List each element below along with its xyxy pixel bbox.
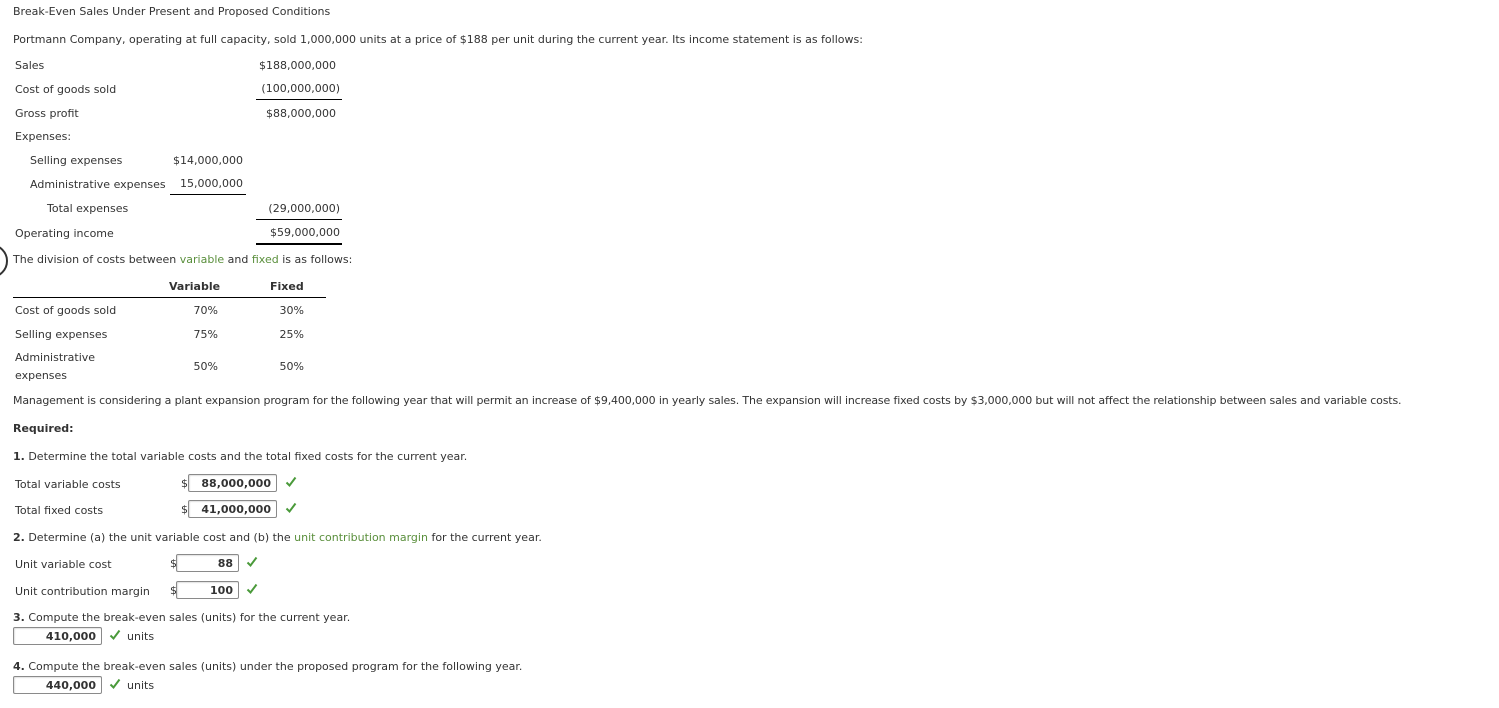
row-label-line2: expenses	[15, 369, 68, 382]
intro-text: Portmann Company, operating at full capa…	[13, 33, 863, 46]
operating-income-value: $59,000,000	[270, 226, 340, 239]
management-text: Management is considering a plant expans…	[13, 394, 1402, 407]
fixed-link[interactable]: fixed	[252, 253, 279, 266]
q2-text-post: for the current year.	[427, 531, 542, 544]
admin-label: Administrative expenses	[30, 178, 166, 191]
expenses-label: Expenses:	[15, 130, 72, 143]
unit-variable-cost-input[interactable]: 88	[176, 554, 239, 572]
currency-symbol: $	[181, 477, 188, 490]
header-variable: Variable	[169, 280, 221, 293]
gross-profit-label: Gross profit	[15, 107, 79, 120]
currency-symbol: $	[181, 503, 188, 516]
partial-circle-decoration	[0, 244, 8, 278]
variable-link[interactable]: variable	[180, 253, 224, 266]
cogs-label: Cost of goods sold	[15, 83, 117, 96]
division-text-pre: The division of costs between	[13, 253, 180, 266]
row-variable: 75%	[193, 328, 218, 341]
selling-value: $14,000,000	[173, 154, 243, 167]
question-1: 1. Determine the total variable costs an…	[13, 450, 467, 463]
question-2: 2. Determine (a) the unit variable cost …	[13, 531, 542, 544]
q2-text-pre: Determine (a) the unit variable cost and…	[24, 531, 295, 544]
operating-income-label: Operating income	[15, 227, 114, 240]
total-fixed-costs-input[interactable]: 41,000,000	[188, 500, 277, 518]
cogs-underline	[256, 99, 342, 100]
row-fixed: 25%	[279, 328, 304, 341]
q1-number: 1.	[13, 450, 25, 463]
unit-variable-cost-label: Unit variable cost	[15, 558, 112, 571]
q2-number: 2.	[13, 531, 25, 544]
total-variable-costs-label: Total variable costs	[15, 478, 121, 491]
q3-text: Compute the break-even sales (units) for…	[24, 611, 351, 624]
table-header-rule	[13, 297, 326, 298]
admin-value: 15,000,000	[180, 177, 243, 190]
gross-profit-value: $88,000,000	[266, 107, 336, 120]
row-fixed: 50%	[279, 360, 304, 373]
admin-underline	[170, 194, 246, 195]
check-icon	[246, 583, 258, 595]
sales-value: $188,000,000	[259, 59, 336, 72]
cogs-value: (100,000,000)	[261, 82, 340, 95]
q4-text: Compute the break-even sales (units) und…	[24, 660, 523, 673]
break-even-proposed-input[interactable]: 440,000	[13, 676, 102, 694]
total-expenses-underline	[256, 219, 342, 220]
total-expenses-value: (29,000,000)	[268, 202, 340, 215]
q4-number: 4.	[13, 660, 25, 673]
check-icon	[246, 556, 258, 568]
units-label: units	[127, 679, 155, 692]
row-variable: 70%	[193, 304, 218, 317]
unit-contribution-margin-input[interactable]: 100	[176, 581, 239, 599]
row-label: Cost of goods sold	[15, 304, 117, 317]
total-expenses-label: Total expenses	[47, 202, 129, 215]
question-4: 4. Compute the break-even sales (units) …	[13, 660, 522, 673]
total-fixed-costs-label: Total fixed costs	[15, 504, 104, 517]
check-icon	[285, 476, 297, 488]
sales-label: Sales	[15, 59, 45, 72]
total-variable-costs-input[interactable]: 88,000,000	[188, 474, 277, 492]
check-icon	[285, 502, 297, 514]
break-even-current-input[interactable]: 410,000	[13, 627, 102, 645]
q1-text: Determine the total variable costs and t…	[24, 450, 468, 463]
page-title: Break-Even Sales Under Present and Propo…	[13, 5, 331, 18]
row-label-line1: Administrative	[15, 351, 96, 364]
check-icon	[109, 678, 121, 690]
question-3: 3. Compute the break-even sales (units) …	[13, 611, 350, 624]
unit-contribution-margin-label: Unit contribution margin	[15, 585, 150, 598]
check-icon	[109, 629, 121, 641]
units-label: units	[127, 630, 155, 643]
row-variable: 50%	[193, 360, 218, 373]
unit-contribution-margin-link[interactable]: unit contribution margin	[294, 531, 428, 544]
row-label: Selling expenses	[15, 328, 108, 341]
division-text-mid: and	[224, 253, 252, 266]
q3-number: 3.	[13, 611, 25, 624]
division-text: The division of costs between variable a…	[13, 253, 352, 266]
selling-label: Selling expenses	[30, 154, 123, 167]
operating-income-double-underline	[256, 243, 342, 245]
row-fixed: 30%	[279, 304, 304, 317]
required-label: Required:	[13, 422, 74, 435]
header-fixed: Fixed	[270, 280, 304, 293]
division-text-post: is as follows:	[278, 253, 353, 266]
